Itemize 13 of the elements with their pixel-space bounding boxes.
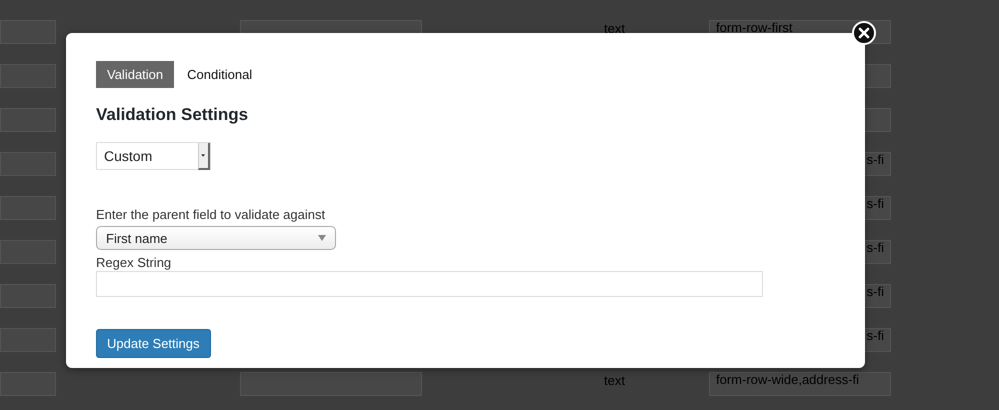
section-heading: Validation Settings [96,105,250,125]
field-label: Enter the parent field to validate against [96,207,326,222]
type-label: text [604,22,625,35]
field-label: Regex String [96,255,172,270]
regex-input-field[interactable] [96,271,763,297]
tab[interactable]: Validation [96,61,174,88]
input-field: form-row-wide,address-fi [709,372,891,396]
parent-field-select[interactable]: First name [96,226,336,250]
caret-icon [318,235,326,241]
type-label: text [604,374,625,387]
update-settings-button[interactable]: Update Settings [96,329,211,358]
validation-select[interactable]: Custom [96,142,211,170]
tab[interactable]: Conditional [176,61,264,88]
